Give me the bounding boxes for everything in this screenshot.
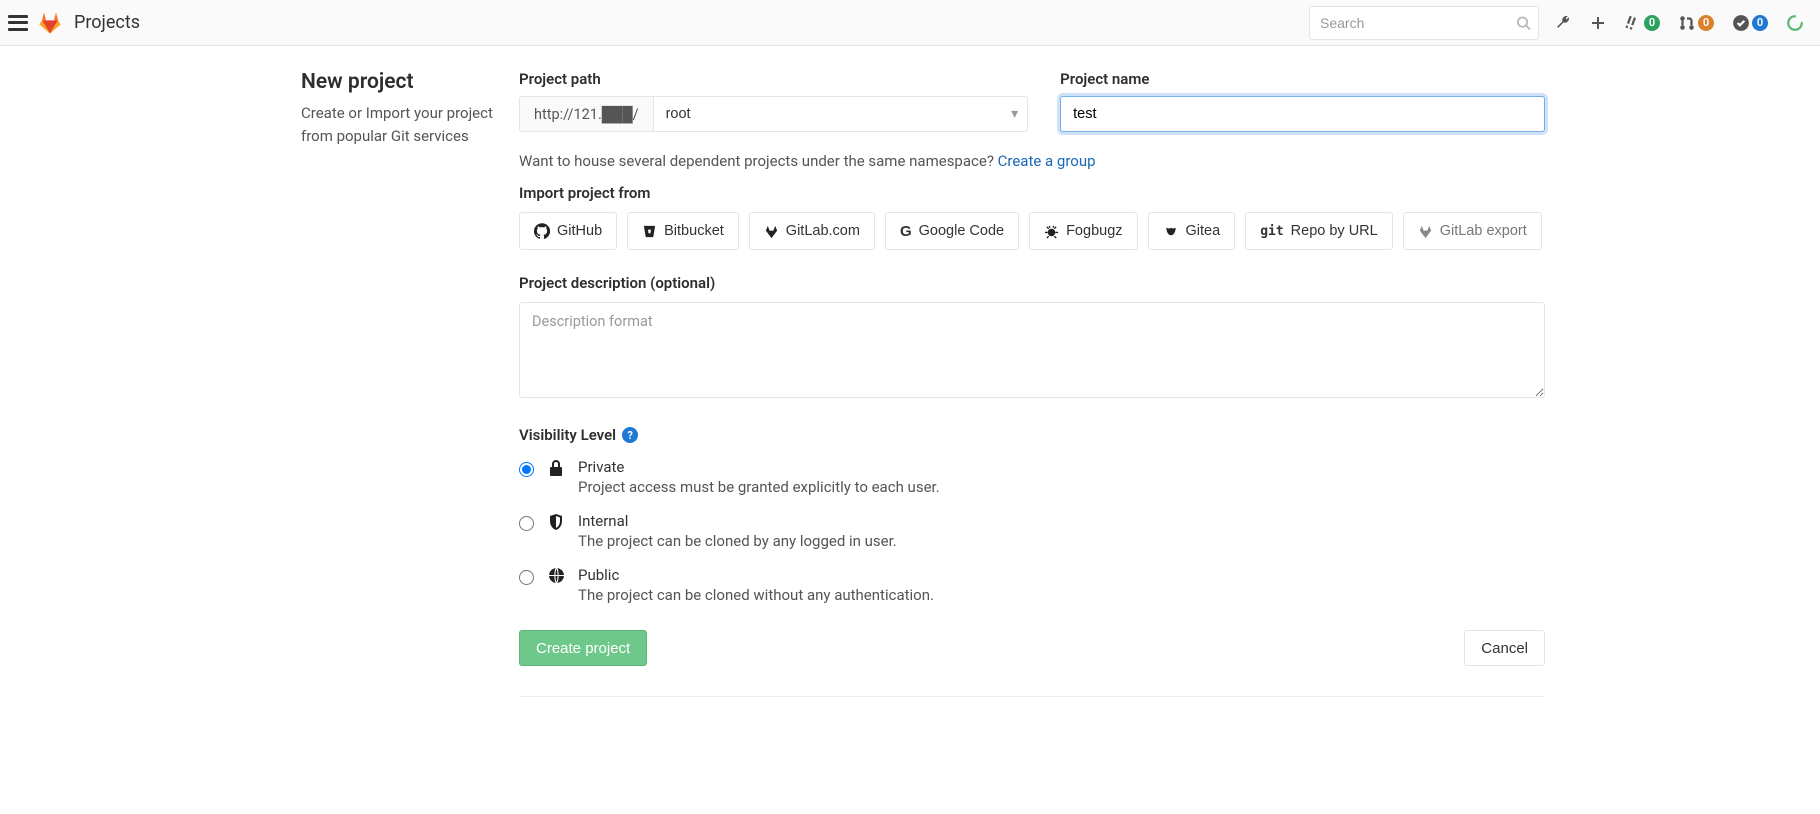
topbar: Projects 0 0 0 <box>0 0 1820 46</box>
todos-badge: 0 <box>1752 15 1768 31</box>
namespace-help-text: Want to house several dependent projects… <box>519 152 998 170</box>
menu-toggle-icon[interactable] <box>8 15 28 31</box>
gitlab-logo-icon[interactable] <box>38 11 62 35</box>
import-github-button[interactable]: GitHub <box>519 212 617 250</box>
import-gitlabexport-button[interactable]: GitLab export <box>1403 212 1542 250</box>
create-project-button[interactable]: Create project <box>519 630 647 666</box>
description-label: Project description (optional) <box>519 274 1545 292</box>
visibility-private-radio[interactable] <box>519 462 534 477</box>
form-column: Project path http://121.███/ root ▾ Proj… <box>519 70 1645 697</box>
gitlab-export-icon <box>1418 224 1433 239</box>
new-project-heading: New project <box>301 70 499 94</box>
search-wrap <box>1309 6 1539 40</box>
visibility-desc: The project can be cloned by any logged … <box>578 532 897 550</box>
mr-badge: 0 <box>1698 15 1714 31</box>
github-icon <box>534 223 550 239</box>
visibility-private[interactable]: Private Project access must be granted e… <box>519 458 1545 496</box>
bug-icon <box>1044 224 1059 239</box>
page-title: Projects <box>74 12 140 33</box>
git-icon: git <box>1260 224 1283 239</box>
visibility-internal-radio[interactable] <box>519 516 534 531</box>
help-icon[interactable]: ? <box>622 427 638 443</box>
project-name-input[interactable] <box>1060 96 1545 132</box>
divider <box>519 696 1545 697</box>
import-label-text: GitLab.com <box>786 223 860 239</box>
visibility-public-radio[interactable] <box>519 570 534 585</box>
google-icon: G <box>900 223 912 240</box>
top-actions: 0 0 0 <box>1555 14 1812 32</box>
visibility-label: Visibility Level <box>519 426 616 444</box>
loading-icon <box>1786 14 1804 32</box>
visibility-public[interactable]: Public The project can be cloned without… <box>519 566 1545 604</box>
import-bitbucket-button[interactable]: Bitbucket <box>627 212 739 250</box>
todos-icon[interactable]: 0 <box>1732 14 1768 32</box>
visibility-title: Private <box>578 458 940 476</box>
import-fogbugz-button[interactable]: Fogbugz <box>1029 212 1137 250</box>
merge-request-icon[interactable]: 0 <box>1678 14 1714 32</box>
import-label-text: GitLab export <box>1440 223 1527 239</box>
project-name-label: Project name <box>1060 70 1545 88</box>
new-project-desc: Create or Import your project from popul… <box>301 102 499 147</box>
import-label-text: Fogbugz <box>1066 223 1122 239</box>
namespace-help: Want to house several dependent projects… <box>519 152 1545 170</box>
namespace-select[interactable]: root <box>653 96 1029 132</box>
gitea-icon <box>1163 224 1179 239</box>
lock-icon <box>546 459 566 477</box>
side-column: New project Create or Import your projec… <box>175 70 519 697</box>
visibility-desc: Project access must be granted explicitl… <box>578 478 940 496</box>
description-textarea[interactable] <box>519 302 1545 398</box>
gitlab-icon <box>764 224 779 239</box>
visibility-desc: The project can be cloned without any au… <box>578 586 934 604</box>
bitbucket-icon <box>642 224 657 239</box>
import-gitlabcom-button[interactable]: GitLab.com <box>749 212 875 250</box>
import-buttons: GitHub Bitbucket GitLab.com G Google Cod… <box>519 212 1545 250</box>
project-path-group: Project path http://121.███/ root ▾ <box>519 70 1028 132</box>
issues-badge: 0 <box>1644 15 1660 31</box>
import-label-text: Google Code <box>919 223 1004 239</box>
create-group-link[interactable]: Create a group <box>998 152 1096 170</box>
plus-icon[interactable] <box>1590 15 1606 31</box>
import-gitea-button[interactable]: Gitea <box>1148 212 1236 250</box>
cancel-button[interactable]: Cancel <box>1464 630 1545 666</box>
import-label-text: Bitbucket <box>664 223 724 239</box>
import-repourl-button[interactable]: git Repo by URL <box>1245 212 1393 250</box>
project-name-group: Project name <box>1060 70 1545 132</box>
search-icon <box>1516 15 1531 30</box>
issues-icon[interactable]: 0 <box>1624 14 1660 32</box>
main-container: New project Create or Import your projec… <box>175 46 1645 737</box>
import-label-text: Gitea <box>1186 223 1221 239</box>
import-label: Import project from <box>519 184 1545 202</box>
wrench-icon[interactable] <box>1555 14 1572 31</box>
visibility-internal[interactable]: Internal The project can be cloned by an… <box>519 512 1545 550</box>
project-path-base: http://121.███/ <box>519 96 653 132</box>
import-googlecode-button[interactable]: G Google Code <box>885 212 1019 250</box>
shield-icon <box>546 513 566 531</box>
project-path-label: Project path <box>519 70 1028 88</box>
import-label-text: Repo by URL <box>1291 223 1378 239</box>
import-label-text: GitHub <box>557 223 602 239</box>
globe-icon <box>546 567 566 584</box>
search-input[interactable] <box>1309 6 1539 40</box>
visibility-title: Public <box>578 566 934 584</box>
visibility-title: Internal <box>578 512 897 530</box>
